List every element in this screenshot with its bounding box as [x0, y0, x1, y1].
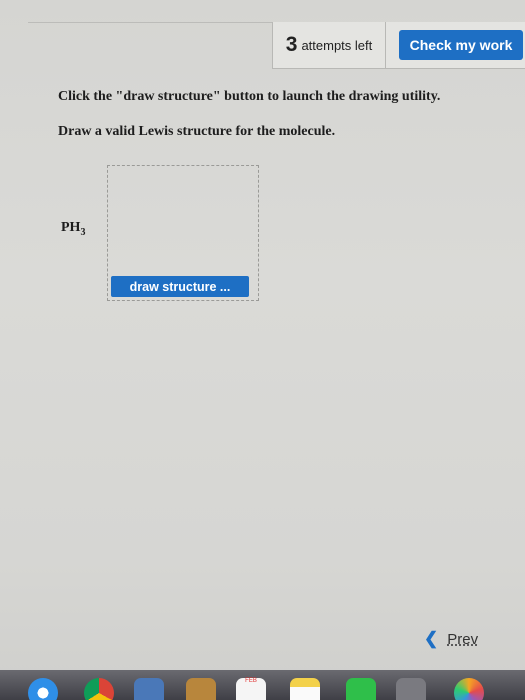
dock-app-icon-chrome[interactable]: [84, 678, 114, 700]
dock-app-icon-contacts[interactable]: [396, 678, 426, 700]
dock-app-icon-preview[interactable]: [134, 678, 164, 700]
dock-app-icon-safari[interactable]: [28, 678, 58, 700]
dock-app-icon-facetime[interactable]: [346, 678, 376, 700]
attempts-label: attempts left: [301, 37, 373, 53]
calendar-month-label: FEB: [245, 678, 257, 684]
molecule-formula-subscript: 3: [80, 226, 86, 238]
instruction-lewis-structure: Draw a valid Lewis structure for the mol…: [58, 124, 336, 139]
attempts-count: 3: [285, 33, 298, 56]
dock-app-icon-calendar[interactable]: FEB: [236, 678, 266, 700]
molecule-formula: PH3: [61, 220, 85, 238]
screen: 3 attempts left Check my work Click the …: [0, 0, 525, 700]
dock-app-icon-notes[interactable]: [290, 678, 320, 700]
prev-label: Prev: [447, 630, 479, 648]
attempts-indicator: 3 attempts left: [273, 22, 386, 68]
chevron-left-icon: ❮: [424, 629, 439, 648]
dock: FEB: [0, 670, 525, 700]
draw-structure-button[interactable]: draw structure ...: [111, 276, 249, 297]
prev-button[interactable]: ❮ Prev: [424, 627, 478, 651]
instruction-draw-structure: Click the "draw structure" button to lau…: [58, 89, 441, 104]
header-divider: [28, 22, 272, 23]
dock-app-icon-photos[interactable]: [454, 678, 484, 700]
attempts-bar: 3 attempts left Check my work: [272, 22, 525, 69]
dock-app-icon-notes-folder[interactable]: [186, 678, 216, 700]
molecule-formula-main: PH: [61, 220, 81, 235]
check-my-work-button[interactable]: Check my work: [399, 30, 523, 60]
